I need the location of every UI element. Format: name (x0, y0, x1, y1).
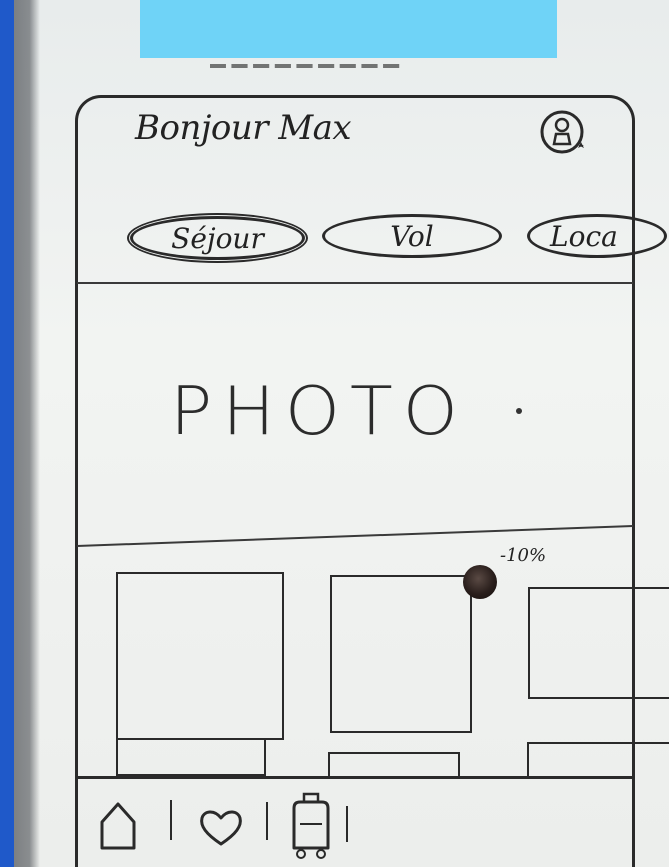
offer-card-1[interactable] (116, 572, 284, 740)
background-edge (14, 0, 40, 867)
discount-badge: -10% (500, 545, 547, 566)
tab-separator (346, 806, 348, 842)
offer-card-3[interactable] (528, 587, 669, 699)
offer-card-2-footer (328, 752, 460, 778)
header-scribble: ━━━━━━━━━ (210, 54, 510, 68)
category-loca-chip[interactable]: Loca (527, 214, 667, 258)
category-vol-chip[interactable]: Vol (322, 214, 502, 258)
home-icon[interactable] (96, 798, 142, 854)
profile-icon[interactable] (538, 108, 590, 160)
sticky-note (140, 0, 557, 58)
offer-card-1-footer (116, 740, 266, 776)
hero-photo-placeholder: PHOTO (170, 372, 468, 450)
offer-card-2[interactable] (330, 575, 472, 733)
divider-top (77, 282, 633, 284)
discount-marker-icon (463, 565, 497, 599)
tab-separator (170, 800, 172, 840)
category-sejour-chip[interactable]: Séjour (127, 213, 308, 263)
greeting-title: Bonjour Max (135, 108, 352, 148)
offer-card-3-footer (527, 742, 669, 778)
tab-separator (266, 802, 268, 840)
divider-middle (77, 525, 634, 547)
heart-icon[interactable] (196, 806, 246, 848)
luggage-icon[interactable] (286, 792, 336, 862)
hero-dot (516, 408, 522, 414)
tabbar-divider (75, 776, 635, 779)
